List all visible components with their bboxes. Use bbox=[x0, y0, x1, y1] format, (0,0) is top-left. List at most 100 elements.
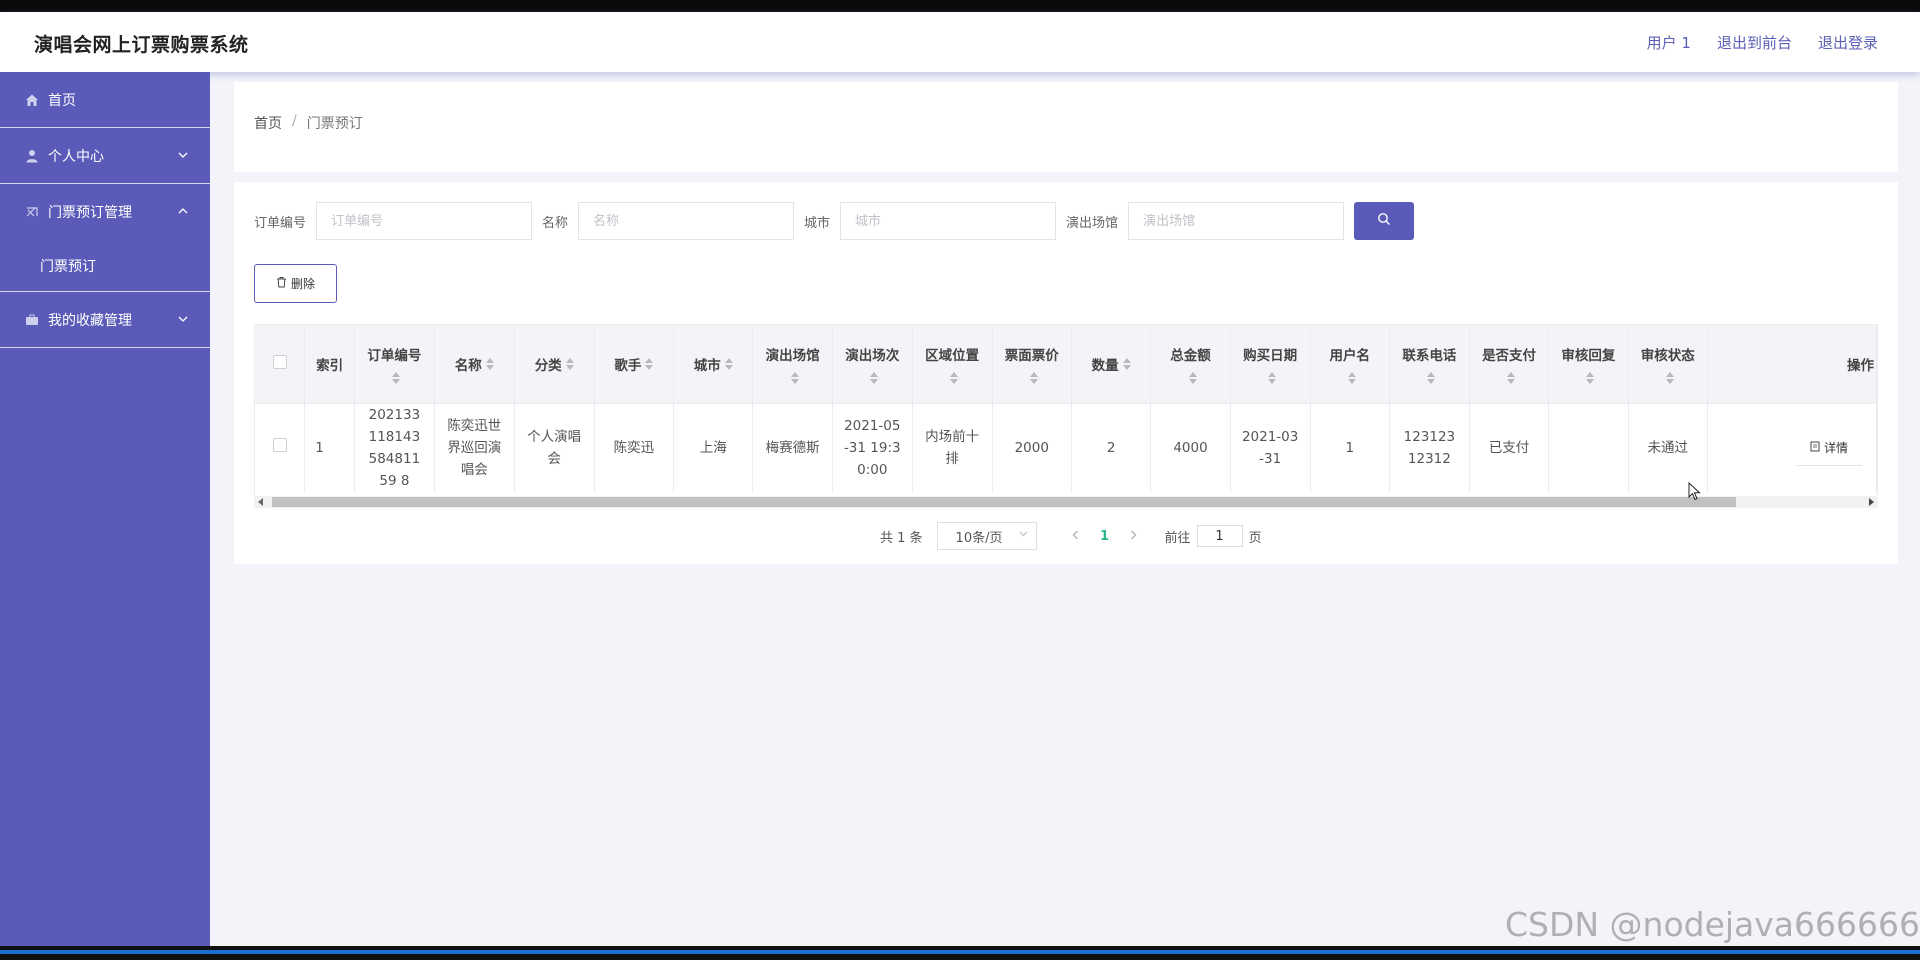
breadcrumb-home[interactable]: 首页 bbox=[254, 113, 282, 133]
detail-button[interactable]: 详情 bbox=[1795, 431, 1862, 466]
sidebar-item-home[interactable]: 首页 bbox=[0, 72, 210, 128]
sort-icon[interactable] bbox=[645, 357, 654, 370]
trash-icon bbox=[276, 276, 287, 291]
city-label: 城市 bbox=[804, 215, 831, 231]
city-input[interactable] bbox=[840, 202, 1057, 240]
window-bottom-strip bbox=[0, 946, 1920, 960]
sort-icon[interactable] bbox=[565, 357, 574, 370]
sort-icon[interactable] bbox=[485, 357, 494, 370]
sidebar-item-ticket-management[interactable]: 门票预订管理 bbox=[0, 184, 210, 240]
user-link[interactable]: 用户 1 bbox=[1647, 32, 1691, 53]
chevron-down-icon bbox=[178, 148, 188, 162]
order-no-input[interactable] bbox=[316, 202, 533, 240]
sort-icon[interactable] bbox=[1665, 371, 1674, 384]
scroll-right-icon[interactable] bbox=[1869, 498, 1874, 506]
sort-icon[interactable] bbox=[1586, 371, 1595, 384]
column-header[interactable]: 审核状态 bbox=[1628, 325, 1708, 403]
scrollbar-thumb[interactable] bbox=[272, 497, 1736, 507]
cell-actions: 详情 bbox=[1707, 402, 1877, 493]
briefcase-icon bbox=[24, 312, 40, 328]
cell-reply bbox=[1548, 402, 1629, 493]
app: 演唱会网上订票购票系统 用户 1 退出到前台 退出登录 首页 个人中心 门票预订… bbox=[0, 12, 1920, 946]
column-header[interactable]: 联系电话 bbox=[1389, 325, 1470, 403]
next-page-icon[interactable] bbox=[1119, 528, 1149, 544]
sort-icon[interactable] bbox=[1268, 371, 1277, 384]
row-checkbox[interactable] bbox=[272, 438, 287, 453]
detail-button-label: 详情 bbox=[1823, 440, 1848, 455]
window-top-strip bbox=[0, 0, 1920, 12]
page-size-select[interactable]: 10条/页 bbox=[936, 522, 1037, 550]
venue-input[interactable] bbox=[1128, 202, 1345, 240]
progress-bar bbox=[0, 950, 1920, 954]
sort-icon[interactable] bbox=[790, 371, 799, 384]
table-header-row: 索引 订单编号 名称 分类 歌手 城市 演出场馆 演出场次 区域位置 票面票价 … bbox=[255, 325, 1877, 403]
sidebar-item-label: 首页 bbox=[48, 92, 76, 109]
sidebar-subitem-ticket-booking[interactable]: 门票预订 bbox=[0, 240, 210, 292]
column-header[interactable]: 是否支付 bbox=[1469, 325, 1550, 403]
cell-paid: 已支付 bbox=[1469, 402, 1550, 493]
goto-label: 前往 bbox=[1164, 530, 1191, 546]
ticket-icon bbox=[24, 204, 40, 220]
back-to-front-link[interactable]: 退出到前台 bbox=[1717, 32, 1792, 53]
sidebar-item-label: 我的收藏管理 bbox=[48, 312, 132, 329]
sort-icon[interactable] bbox=[870, 371, 879, 384]
sort-icon[interactable] bbox=[950, 371, 959, 384]
column-header[interactable]: 歌手 bbox=[594, 325, 675, 403]
column-header[interactable]: 票面票价 bbox=[992, 325, 1072, 403]
breadcrumb-current: 门票预订 bbox=[306, 116, 363, 132]
sidebar: 首页 个人中心 门票预订管理 门票预订 我的收藏管理 bbox=[0, 72, 210, 946]
cell-area: 内场前十排 bbox=[912, 402, 993, 493]
cell-date: 2021-03-31 bbox=[1230, 402, 1311, 493]
cell-price: 2000 bbox=[992, 402, 1072, 493]
sidebar-item-favorites[interactable]: 我的收藏管理 bbox=[0, 292, 210, 348]
select-all-checkbox[interactable] bbox=[272, 354, 287, 369]
delete-button[interactable]: 删除 bbox=[254, 264, 337, 303]
column-header: 索引 bbox=[304, 325, 355, 403]
sidebar-item-label: 个人中心 bbox=[48, 148, 104, 165]
pagination: 共 1 条 10条/页 1 前往 页 bbox=[880, 522, 1262, 550]
cell-total: 4000 bbox=[1150, 402, 1231, 493]
sort-icon[interactable] bbox=[1122, 357, 1131, 370]
name-input[interactable] bbox=[578, 202, 795, 240]
watermark: CSDN @nodejava666666 bbox=[1504, 905, 1920, 944]
scroll-left-icon[interactable] bbox=[258, 498, 263, 506]
cell-name: 陈奕迅世界巡回演唱会 bbox=[434, 402, 515, 493]
row-select-cell bbox=[255, 402, 306, 493]
column-header[interactable]: 数量 bbox=[1071, 325, 1152, 403]
prev-page-icon[interactable] bbox=[1061, 528, 1091, 544]
breadcrumb-separator: / bbox=[292, 113, 297, 129]
logout-link[interactable]: 退出登录 bbox=[1818, 32, 1878, 53]
sort-icon[interactable] bbox=[1347, 371, 1356, 384]
column-header[interactable]: 审核回复 bbox=[1548, 325, 1629, 403]
sort-icon[interactable] bbox=[1427, 371, 1436, 384]
column-header[interactable]: 演出场次 bbox=[832, 325, 913, 403]
column-header[interactable]: 城市 bbox=[673, 325, 754, 403]
search-button[interactable] bbox=[1354, 202, 1415, 240]
cell-index: 1 bbox=[304, 402, 355, 493]
column-header[interactable]: 用户名 bbox=[1310, 325, 1390, 403]
column-header[interactable]: 分类 bbox=[514, 325, 595, 403]
sidebar-item-label: 门票预订管理 bbox=[48, 205, 132, 221]
sort-icon[interactable] bbox=[724, 357, 733, 370]
goto-page-input[interactable] bbox=[1196, 525, 1243, 547]
page-number[interactable]: 1 bbox=[1091, 529, 1119, 544]
cell-order-no: 20213311814358481159 8 bbox=[354, 402, 435, 493]
column-header[interactable]: 订单编号 bbox=[354, 325, 435, 403]
column-header[interactable]: 购买日期 bbox=[1230, 325, 1311, 403]
chevron-up-icon bbox=[178, 204, 188, 218]
column-header[interactable]: 名称 bbox=[434, 325, 515, 403]
column-header[interactable]: 演出场馆 bbox=[752, 325, 833, 403]
chevron-down-icon bbox=[178, 312, 188, 326]
sort-icon[interactable] bbox=[1029, 371, 1038, 384]
sort-icon[interactable] bbox=[1188, 371, 1197, 384]
page-unit-label: 页 bbox=[1248, 530, 1262, 546]
column-header[interactable]: 总金额 bbox=[1150, 325, 1231, 403]
column-header[interactable]: 区域位置 bbox=[912, 325, 993, 403]
sort-icon[interactable] bbox=[1507, 371, 1516, 384]
sidebar-item-profile[interactable]: 个人中心 bbox=[0, 128, 210, 184]
cell-category: 个人演唱会 bbox=[514, 402, 595, 493]
horizontal-scrollbar[interactable] bbox=[254, 496, 1878, 508]
header-links: 用户 1 退出到前台 退出登录 bbox=[1647, 32, 1878, 53]
sort-icon[interactable] bbox=[392, 371, 401, 384]
cell-status: 未通过 bbox=[1628, 402, 1708, 493]
